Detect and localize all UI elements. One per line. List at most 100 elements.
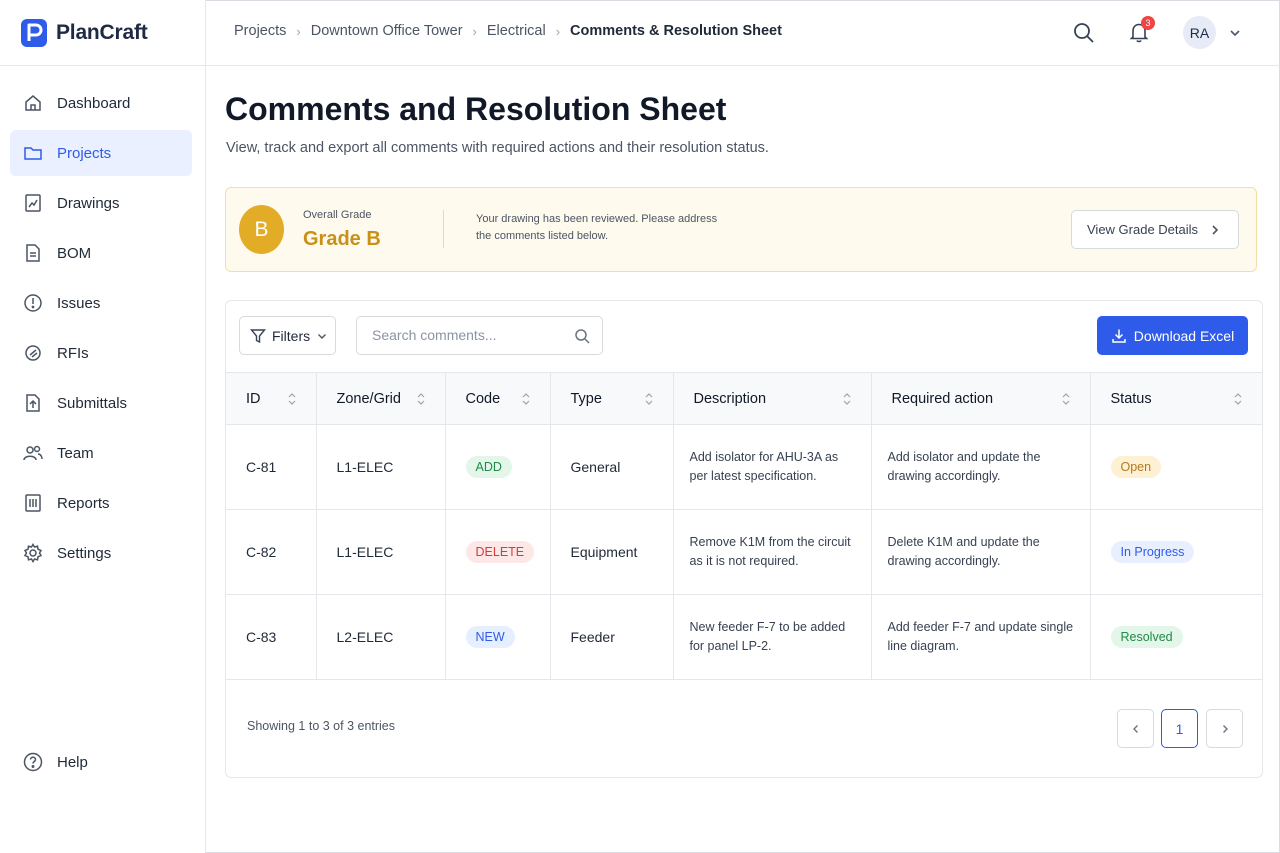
sidebar-item-issues[interactable]: Issues	[10, 280, 192, 326]
folder-icon	[23, 143, 43, 163]
column-header-zone-grid[interactable]: Zone/Grid	[316, 372, 446, 425]
sidebar-item-reports[interactable]: Reports	[10, 480, 192, 526]
sidebar-item-label: Submittals	[57, 394, 128, 412]
previous-page-button[interactable]	[1117, 709, 1154, 748]
column-header-id[interactable]: ID	[226, 372, 317, 425]
breadcrumb: Projects › Downtown Office Tower › Elect…	[234, 23, 782, 39]
column-header-status[interactable]: Status	[1090, 373, 1262, 425]
help-label: Help	[57, 753, 88, 771]
sort-icon[interactable]	[417, 392, 425, 406]
next-page-button[interactable]	[1206, 709, 1243, 748]
cell-description: New feeder F-7 to be added for panel LP-…	[673, 594, 872, 680]
chevron-down-icon[interactable]	[1228, 26, 1242, 40]
column-header-required-action[interactable]: Required action	[871, 372, 1091, 425]
filters-button[interactable]: Filters	[239, 316, 336, 355]
search-icon[interactable]	[1073, 22, 1095, 44]
app-name: PlanCraft	[56, 21, 148, 44]
chevron-right-icon: ›	[296, 23, 301, 39]
status-badge: In Progress	[1110, 541, 1195, 563]
search-icon[interactable]	[574, 328, 590, 344]
column-header-label: Code	[465, 390, 501, 407]
sidebar-item-team[interactable]: Team	[10, 430, 192, 476]
view-grade-details-label: View Grade Details	[1087, 222, 1199, 237]
sidebar-item-submittals[interactable]: Submittals	[10, 380, 192, 426]
avatar[interactable]: RA	[1183, 16, 1216, 49]
table-header-row: ID Zone/Grid Code Type Description Requi…	[226, 372, 1262, 425]
cell-required-action: Delete K1M and update the drawing accord…	[871, 509, 1091, 595]
notification-badge: 3	[1141, 16, 1155, 30]
column-header-label: Required action	[891, 390, 994, 407]
home-icon	[23, 93, 43, 113]
sidebar-item-rfis[interactable]: RFIs	[10, 330, 192, 376]
page-title: Comments and Resolution Sheet	[225, 91, 727, 127]
logo-icon	[21, 19, 47, 47]
column-header-type[interactable]: Type	[550, 372, 674, 425]
sidebar-item-label: BOM	[57, 244, 92, 262]
cell-code: ADD	[445, 424, 551, 510]
sort-icon[interactable]	[1234, 392, 1242, 406]
cell-type: General	[550, 424, 674, 510]
sidebar-item-label: Dashboard	[57, 94, 131, 112]
sidebar-item-projects[interactable]: Projects	[10, 130, 192, 176]
table-row[interactable]: C-81 L1-ELEC ADD General Add isolator fo…	[226, 424, 1262, 510]
drawing-icon	[23, 193, 43, 213]
download-excel-button[interactable]: Download Excel	[1097, 316, 1248, 355]
grade-divider	[443, 210, 444, 248]
table-row[interactable]: C-82 L1-ELEC DELETE Equipment Remove K1M…	[226, 509, 1262, 595]
page-button-1[interactable]: 1	[1161, 709, 1198, 748]
download-icon	[1112, 329, 1126, 343]
cell-zone: L1-ELEC	[316, 424, 446, 510]
view-grade-details-button[interactable]: View Grade Details	[1071, 210, 1239, 249]
column-header-label: ID	[246, 390, 261, 407]
search-comments-input[interactable]	[372, 327, 562, 343]
users-icon	[23, 443, 43, 463]
sort-icon[interactable]	[843, 392, 851, 406]
sidebar: PlanCraft Dashboard Projects Drawings BO…	[0, 0, 206, 853]
sidebar-item-label: Team	[57, 444, 94, 462]
header-divider	[0, 65, 1280, 66]
help-icon	[23, 752, 43, 772]
cell-type: Feeder	[550, 594, 674, 680]
sidebar-item-label: Settings	[57, 544, 112, 562]
sidebar-item-settings[interactable]: Settings	[10, 530, 192, 576]
sort-icon[interactable]	[522, 392, 530, 406]
column-header-label: Zone/Grid	[336, 390, 401, 407]
chevron-right-icon	[1222, 724, 1228, 733]
comments-table: ID Zone/Grid Code Type Description Requi…	[226, 372, 1262, 680]
sort-icon[interactable]	[1062, 392, 1070, 406]
alert-circle-icon	[23, 293, 43, 313]
code-badge: ADD	[465, 456, 512, 478]
cell-code: DELETE	[445, 509, 551, 595]
comments-table-card: Filters Download Excel ID Zone/Grid Code…	[225, 300, 1263, 778]
page-subtitle: View, track and export all comments with…	[226, 140, 769, 156]
chevron-right-icon: ›	[472, 23, 477, 39]
sort-icon[interactable]	[288, 392, 296, 406]
grade-label: Overall Grade	[303, 209, 372, 221]
cell-id: C-81	[226, 424, 317, 510]
sidebar-item-drawings[interactable]: Drawings	[10, 180, 192, 226]
grade-message: Your drawing has been reviewed. Please a…	[476, 213, 718, 242]
cell-code: NEW	[445, 594, 551, 680]
sidebar-item-label: RFIs	[57, 344, 89, 362]
cell-required-action: Add feeder F-7 and update single line di…	[871, 594, 1091, 680]
sort-icon[interactable]	[645, 392, 653, 406]
report-icon	[23, 493, 43, 513]
column-header-description[interactable]: Description	[673, 372, 872, 425]
code-badge: DELETE	[465, 541, 535, 563]
sidebar-item-bom[interactable]: BOM	[10, 230, 192, 276]
breadcrumb-item[interactable]: Projects	[234, 23, 286, 39]
cell-description: Remove K1M from the circuit as it is not…	[673, 509, 872, 595]
cell-status: Resolved	[1090, 595, 1262, 680]
column-header-code[interactable]: Code	[445, 372, 551, 425]
cell-type: Equipment	[550, 509, 674, 595]
status-badge: Open	[1110, 456, 1162, 478]
file-upload-icon	[23, 393, 43, 413]
chevron-down-icon	[318, 333, 327, 339]
help-link[interactable]: Help	[23, 752, 88, 772]
breadcrumb-item[interactable]: Downtown Office Tower	[311, 23, 463, 39]
app-logo[interactable]: PlanCraft	[21, 19, 148, 47]
breadcrumb-item[interactable]: Electrical	[487, 23, 546, 39]
table-row[interactable]: C-83 L2-ELEC NEW Feeder New feeder F-7 t…	[226, 594, 1262, 680]
sidebar-item-dashboard[interactable]: Dashboard	[10, 80, 192, 126]
gear-icon	[23, 543, 43, 563]
